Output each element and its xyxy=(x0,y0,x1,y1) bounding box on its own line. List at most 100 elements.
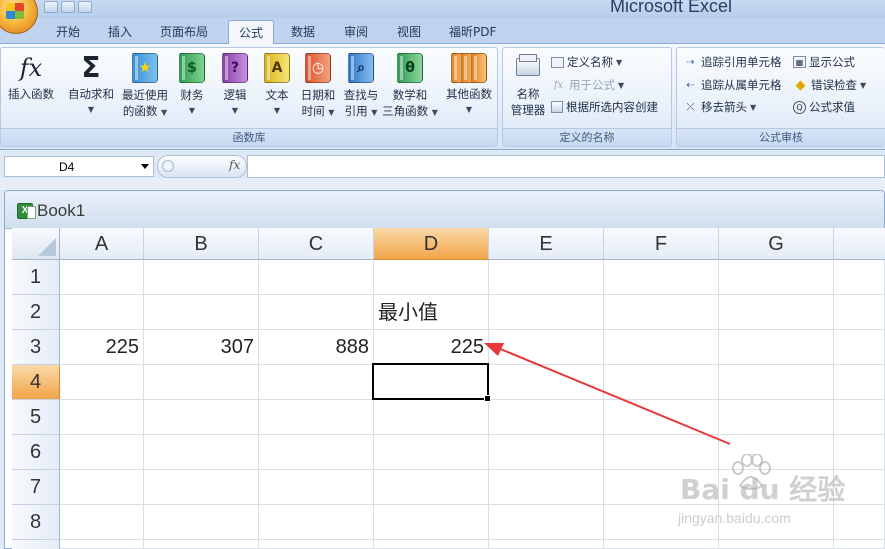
evaluate-formula-button[interactable]: Q 公式求值 xyxy=(793,99,855,115)
grid-cell-a4[interactable] xyxy=(60,365,144,400)
grid-cell-d5[interactable] xyxy=(374,400,489,435)
datetime-button[interactable]: ◷ 日期和 时间 ▼ xyxy=(297,52,339,121)
grid-cell-g1[interactable] xyxy=(719,260,834,295)
grid-cell-g3[interactable] xyxy=(719,330,834,365)
cell-d2[interactable]: 最小值 xyxy=(374,295,489,330)
grid-cell-f5[interactable] xyxy=(604,400,719,435)
grid-cell-h5[interactable] xyxy=(834,400,885,435)
row-header-6[interactable]: 6 xyxy=(12,435,60,470)
grid-cell-c4[interactable] xyxy=(259,365,374,400)
grid-cell-g9[interactable] xyxy=(719,540,834,549)
column-header-g[interactable]: G xyxy=(719,228,834,260)
select-all-button[interactable] xyxy=(12,228,60,260)
column-header-a[interactable]: A xyxy=(60,228,144,260)
grid-cell-h3[interactable] xyxy=(834,330,885,365)
grid-cell-h6[interactable] xyxy=(834,435,885,470)
grid-cell-f4[interactable] xyxy=(604,365,719,400)
column-header-b[interactable]: B xyxy=(144,228,259,260)
tab-review[interactable]: 审阅 xyxy=(344,23,368,40)
grid-cell-c9[interactable] xyxy=(259,540,374,549)
grid-cell-c2[interactable] xyxy=(259,295,374,330)
grid-cell-g5[interactable] xyxy=(719,400,834,435)
column-header-d[interactable]: D xyxy=(374,228,489,260)
grid-cell-b4[interactable] xyxy=(144,365,259,400)
create-from-selection-button[interactable]: 根据所选内容创建 xyxy=(551,99,658,115)
trace-dependents-button[interactable]: ⇠ 追踪从属单元格 xyxy=(683,77,781,93)
save-icon[interactable] xyxy=(44,1,58,13)
tab-page-layout[interactable]: 页面布局 xyxy=(160,23,208,40)
grid-cell-h1[interactable] xyxy=(834,260,885,295)
grid-cell-h2[interactable] xyxy=(834,295,885,330)
grid-cell-c8[interactable] xyxy=(259,505,374,540)
grid-cell-c1[interactable] xyxy=(259,260,374,295)
grid-cell-d9[interactable] xyxy=(374,540,489,549)
undo-icon[interactable] xyxy=(61,1,75,13)
define-name-button[interactable]: 定义名称 ▼ xyxy=(551,54,622,70)
grid-cell-b5[interactable] xyxy=(144,400,259,435)
grid-cell-h9[interactable] xyxy=(834,540,885,549)
more-functions-button[interactable]: 其他函数 ▼ xyxy=(441,52,497,118)
row-header-7[interactable]: 7 xyxy=(12,470,60,505)
grid-cell-d8[interactable] xyxy=(374,505,489,540)
remove-arrows-button[interactable]: ⤫ 移去箭头 ▼ xyxy=(683,99,757,115)
grid-cell-a6[interactable] xyxy=(60,435,144,470)
grid-cell-a8[interactable] xyxy=(60,505,144,540)
grid-cell-b7[interactable] xyxy=(144,470,259,505)
grid-cell-c6[interactable] xyxy=(259,435,374,470)
tab-home[interactable]: 开始 xyxy=(56,23,80,40)
grid-cell-e1[interactable] xyxy=(489,260,604,295)
autosum-button[interactable]: Σ 自动求和 ▼ xyxy=(64,52,118,118)
cell-c3[interactable]: 888 xyxy=(259,330,374,365)
grid-cell-g2[interactable] xyxy=(719,295,834,330)
financial-button[interactable]: $ 财务 ▼ xyxy=(173,52,211,119)
chevron-down-icon[interactable] xyxy=(141,164,149,169)
cell-d3[interactable]: 225 xyxy=(374,330,489,365)
grid-cell-b8[interactable] xyxy=(144,505,259,540)
row-header-1[interactable]: 1 xyxy=(12,260,60,295)
grid-cell-e2[interactable] xyxy=(489,295,604,330)
recently-used-button[interactable]: ★ 最近使用 的函数 ▼ xyxy=(118,52,172,121)
grid-cell-e7[interactable] xyxy=(489,470,604,505)
column-header-e[interactable]: E xyxy=(489,228,604,260)
grid-cell-a2[interactable] xyxy=(60,295,144,330)
lookup-button[interactable]: ⌕ 查找与 引用 ▼ xyxy=(340,52,382,121)
error-checking-button[interactable]: ◆ 错误检查 ▼ xyxy=(793,77,867,93)
tab-data[interactable]: 数据 xyxy=(291,23,315,40)
math-trig-button[interactable]: θ 数学和 三角函数 ▼ xyxy=(382,52,438,121)
name-manager-button[interactable]: 名称 管理器 xyxy=(505,52,551,118)
active-cell-d4[interactable] xyxy=(372,363,491,402)
tab-foxit-pdf[interactable]: 福昕PDF xyxy=(449,23,496,40)
row-header-4[interactable]: 4 xyxy=(12,365,60,400)
column-header-c[interactable]: C xyxy=(259,228,374,260)
insert-function-fx-icon[interactable]: fx xyxy=(229,158,240,172)
tab-view[interactable]: 视图 xyxy=(397,23,421,40)
insert-function-button[interactable]: fx 插入函数 xyxy=(4,52,58,102)
column-header-h[interactable] xyxy=(834,228,885,260)
grid-cell-e5[interactable] xyxy=(489,400,604,435)
grid-cell-f2[interactable] xyxy=(604,295,719,330)
logical-button[interactable]: ? 逻辑 ▼ xyxy=(216,52,254,119)
trace-precedents-button[interactable]: ⇢ 追踪引用单元格 xyxy=(683,54,781,70)
grid-cell-c7[interactable] xyxy=(259,470,374,505)
tab-formulas[interactable]: 公式 xyxy=(228,20,275,45)
grid-cell-e9[interactable] xyxy=(489,540,604,549)
resize-handle-icon[interactable] xyxy=(162,160,174,172)
grid-cell-b1[interactable] xyxy=(144,260,259,295)
column-header-f[interactable]: F xyxy=(604,228,719,260)
name-box[interactable]: D4 xyxy=(4,156,154,177)
grid-cell-d7[interactable] xyxy=(374,470,489,505)
grid-cell-b9[interactable] xyxy=(144,540,259,549)
row-header-5[interactable]: 5 xyxy=(12,400,60,435)
grid-cell-f6[interactable] xyxy=(604,435,719,470)
row-header-2[interactable]: 2 xyxy=(12,295,60,330)
grid-cell-a9[interactable] xyxy=(60,540,144,549)
show-formulas-button[interactable]: ▦ 显示公式 xyxy=(793,54,855,70)
text-button[interactable]: A 文本 ▼ xyxy=(258,52,296,119)
use-in-formula-button[interactable]: fx 用于公式 ▼ xyxy=(551,77,624,93)
grid-cell-e6[interactable] xyxy=(489,435,604,470)
row-header-8[interactable]: 8 xyxy=(12,505,60,540)
grid-cell-b2[interactable] xyxy=(144,295,259,330)
grid-cell-f1[interactable] xyxy=(604,260,719,295)
grid-cell-f9[interactable] xyxy=(604,540,719,549)
grid-cell-a5[interactable] xyxy=(60,400,144,435)
